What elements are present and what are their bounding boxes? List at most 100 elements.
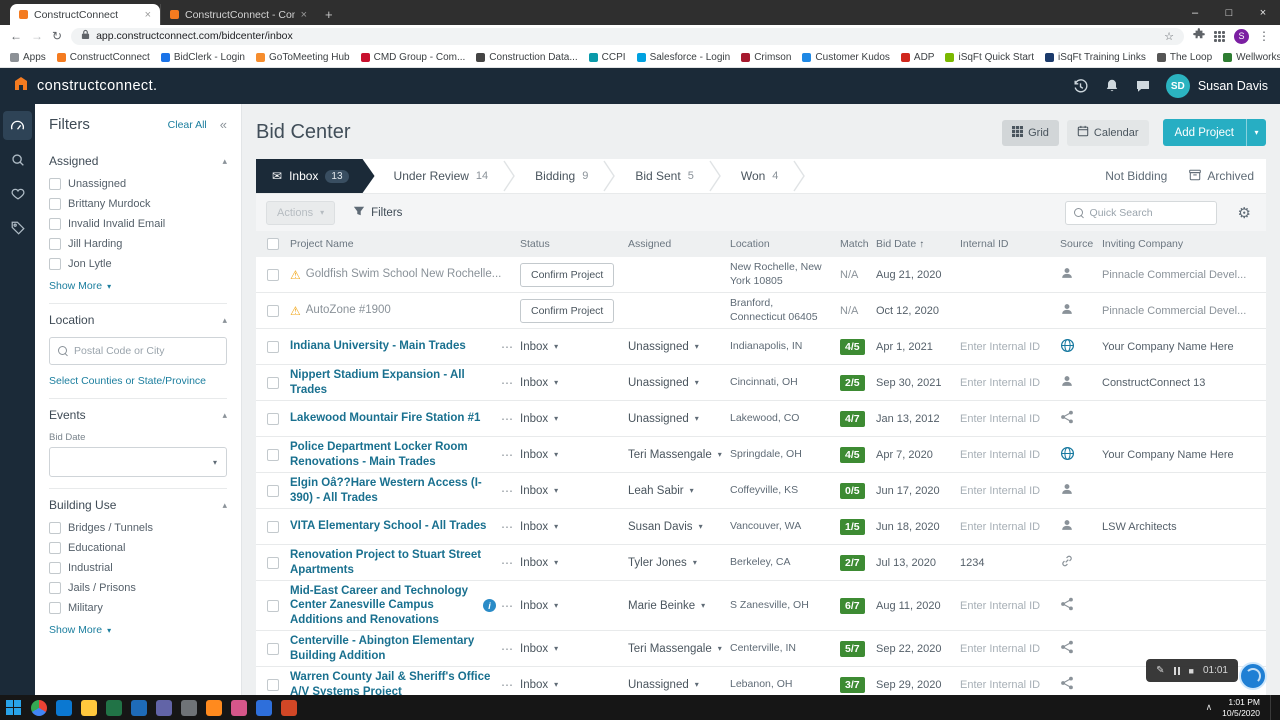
status-dropdown[interactable]: Inbox▾ — [520, 557, 558, 569]
user-avatar[interactable]: SD — [1166, 74, 1190, 98]
taskbar-start-icon[interactable] — [6, 700, 22, 716]
row-checkbox[interactable] — [267, 377, 279, 389]
pause-icon[interactable] — [1174, 667, 1180, 675]
status-dropdown[interactable]: Inbox▾ — [520, 341, 558, 353]
bookmark-item[interactable]: Apps — [10, 52, 46, 63]
tab-won[interactable]: Won4 — [722, 159, 794, 193]
show-desktop-strip[interactable] — [1270, 695, 1274, 720]
column-header-project-name[interactable]: Project Name — [290, 238, 520, 250]
table-row[interactable]: VITA Elementary School - All Trades ⋯ Inbo… — [256, 509, 1266, 545]
column-header-bid-date[interactable]: Bid Date↑ — [876, 238, 960, 250]
project-name-link[interactable]: Renovation Project to Stuart Street Apar… — [290, 548, 496, 577]
filter-option[interactable]: Jails / Prisons — [49, 582, 227, 594]
checkbox[interactable] — [49, 258, 61, 270]
confirm-project-button[interactable]: Confirm Project — [520, 263, 614, 287]
project-name-link[interactable]: Nippert Stadium Expansion - All Trades — [290, 368, 496, 397]
checkbox[interactable] — [49, 542, 61, 554]
project-name-link[interactable]: VITA Elementary School - All Trades — [290, 519, 486, 533]
checkbox[interactable] — [49, 602, 61, 614]
filter-option[interactable]: Military — [49, 602, 227, 614]
internal-id-field[interactable]: Enter Internal ID — [960, 521, 1040, 533]
row-checkbox[interactable] — [267, 269, 279, 281]
pencil-icon[interactable]: ✎ — [1156, 665, 1164, 676]
bookmark-item[interactable]: Wellworks For You — [1223, 52, 1280, 63]
tab-bidding[interactable]: Bidding9 — [516, 159, 603, 193]
taskbar-file-explorer-icon[interactable] — [81, 700, 97, 716]
filter-option[interactable]: Brittany Murdock — [49, 198, 227, 210]
bookmark-item[interactable]: Customer Kudos — [802, 52, 889, 63]
column-header-inviting-company[interactable]: Inviting Company — [1102, 238, 1266, 250]
status-dropdown[interactable]: Inbox▾ — [520, 377, 558, 389]
address-bar[interactable]: app.constructconnect.com/bidcenter/inbox… — [71, 28, 1184, 45]
bookmark-item[interactable]: Construction Data... — [476, 52, 577, 63]
assigned-dropdown[interactable]: Unassigned▾ — [628, 377, 699, 389]
internal-id-field[interactable]: Enter Internal ID — [960, 449, 1040, 461]
taskbar-powerpoint-icon[interactable] — [281, 700, 297, 716]
checkbox[interactable] — [49, 198, 61, 210]
row-overflow-menu-icon[interactable]: ⋯ — [501, 412, 514, 426]
row-overflow-menu-icon[interactable]: ⋯ — [501, 520, 514, 534]
show-more-link[interactable]: Show More ▾ — [49, 624, 111, 636]
section-header[interactable]: Building Use ▴ — [49, 498, 227, 512]
browser-tab-inactive[interactable]: ConstructConnect - Commercial... × — [160, 4, 316, 25]
assigned-dropdown[interactable]: Unassigned▾ — [628, 679, 699, 691]
checkbox[interactable] — [49, 178, 61, 190]
taskbar-photos-icon[interactable] — [231, 700, 247, 716]
project-name-link[interactable]: Centerville - Abington Elementary Buildi… — [290, 634, 496, 663]
quick-search-input[interactable] — [1090, 207, 1208, 219]
new-tab-button[interactable]: + — [316, 4, 342, 25]
tab-close-icon[interactable]: × — [301, 9, 307, 21]
status-dropdown[interactable]: Inbox▾ — [520, 413, 558, 425]
taskbar-chrome-icon[interactable] — [31, 700, 47, 716]
show-more-link[interactable]: Show More ▾ — [49, 280, 111, 292]
bookmark-item[interactable]: The Loop — [1157, 52, 1212, 63]
maximize-button[interactable]: □ — [1212, 0, 1246, 25]
taskbar-teams-icon[interactable] — [156, 700, 172, 716]
location-search-field[interactable] — [49, 337, 227, 365]
notifications-bell-icon[interactable] — [1104, 78, 1120, 94]
bookmark-item[interactable]: CMD Group - Com... — [361, 52, 466, 63]
row-checkbox[interactable] — [267, 643, 279, 655]
taskbar-globe-app-icon[interactable] — [256, 700, 272, 716]
bookmark-item[interactable]: iSqFt Quick Start — [945, 52, 1034, 63]
confirm-project-button[interactable]: Confirm Project — [520, 299, 614, 323]
extensions-icon[interactable] — [1193, 27, 1205, 45]
browser-menu-icon[interactable]: ⋮ — [1258, 30, 1270, 42]
checkbox[interactable] — [49, 238, 61, 250]
internal-id-field[interactable]: Enter Internal ID — [960, 643, 1040, 655]
not-bidding-link[interactable]: Not Bidding — [1105, 169, 1167, 183]
tab-bid-sent[interactable]: Bid Sent5 — [616, 159, 709, 193]
bookmark-item[interactable]: iSqFt Training Links — [1045, 52, 1146, 63]
table-row[interactable]: Warren County Jail & Sheriff's Office A/… — [256, 667, 1266, 695]
section-header[interactable]: Assigned ▴ — [49, 154, 227, 168]
quick-search-field[interactable] — [1065, 201, 1217, 225]
user-name[interactable]: Susan Davis — [1198, 79, 1268, 93]
location-search-input[interactable] — [74, 345, 218, 357]
nav-dashboard-icon[interactable] — [3, 111, 32, 140]
info-icon[interactable]: i — [483, 599, 496, 612]
section-header[interactable]: Events ▴ — [49, 408, 227, 422]
checkbox[interactable] — [49, 522, 61, 534]
select-counties-link[interactable]: Select Counties or State/Province — [49, 375, 227, 387]
select-all-checkbox[interactable] — [267, 238, 279, 250]
assigned-dropdown[interactable]: Susan Davis▾ — [628, 521, 703, 533]
row-checkbox[interactable] — [267, 341, 279, 353]
table-row[interactable]: ⚠AutoZone #1900Confirm ProjectBranford, … — [256, 293, 1266, 329]
chat-icon[interactable] — [1135, 78, 1151, 94]
assigned-dropdown[interactable]: Marie Beinke▾ — [628, 600, 705, 612]
taskbar-edge-icon[interactable] — [56, 700, 72, 716]
internal-id-field[interactable]: Enter Internal ID — [960, 341, 1040, 353]
table-row[interactable]: Elgin Oâ??Hare Western Access (I-390) - … — [256, 473, 1266, 509]
bookmark-star-icon[interactable]: ☆ — [1164, 30, 1174, 43]
bookmark-item[interactable]: ADP — [901, 52, 935, 63]
filter-option[interactable]: Invalid Invalid Email — [49, 218, 227, 230]
row-overflow-menu-icon[interactable]: ⋯ — [501, 484, 514, 498]
taskbar-clock[interactable]: 1:01 PM 10/5/2020 — [1222, 697, 1260, 718]
section-header[interactable]: Location ▴ — [49, 313, 227, 327]
apps-grid-icon[interactable] — [1214, 31, 1225, 42]
tab-close-icon[interactable]: × — [145, 9, 151, 21]
internal-id-field[interactable]: Enter Internal ID — [960, 413, 1040, 425]
back-icon[interactable]: ← — [10, 30, 22, 42]
status-dropdown[interactable]: Inbox▾ — [520, 521, 558, 533]
checkbox[interactable] — [49, 218, 61, 230]
